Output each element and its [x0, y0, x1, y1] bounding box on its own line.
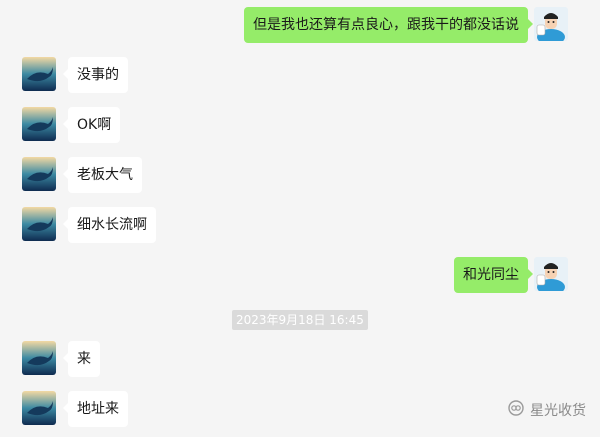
message-bubble[interactable]: 没事的 — [63, 57, 128, 93]
self-avatar-icon[interactable] — [534, 7, 568, 41]
message-bubble[interactable]: 细水长流啊 — [63, 207, 156, 243]
message-bubble[interactable]: 地址来 — [63, 391, 128, 427]
message-bubble[interactable]: 老板大气 — [63, 157, 142, 193]
whale-avatar-icon[interactable] — [22, 157, 56, 191]
wechat-official-account-icon — [508, 400, 524, 422]
watermark: 星光收货 — [508, 400, 586, 420]
message-text: 老板大气 — [77, 167, 133, 183]
message-text: 但是我也还算有点良心，跟我干的都没话说 — [253, 17, 519, 33]
whale-avatar-icon[interactable] — [22, 341, 56, 375]
message-bubble[interactable]: 和光同尘 — [454, 257, 533, 293]
whale-avatar-icon[interactable] — [22, 207, 56, 241]
message-bubble[interactable]: 但是我也还算有点良心，跟我干的都没话说 — [244, 7, 533, 43]
timestamp-divider: 2023年9月18日 16:45 — [232, 310, 368, 330]
self-avatar-icon[interactable] — [534, 257, 568, 291]
watermark-text: 星光收货 — [530, 403, 586, 419]
message-text: 来 — [77, 351, 91, 367]
whale-avatar-icon[interactable] — [22, 57, 56, 91]
message-text: 细水长流啊 — [77, 217, 147, 233]
message-text: 地址来 — [77, 401, 119, 417]
message-bubble[interactable]: OK啊 — [62, 107, 121, 143]
message-text: 和光同尘 — [463, 267, 519, 283]
message-text: OK啊 — [77, 117, 112, 133]
message-bubble[interactable]: 来 — [63, 341, 100, 377]
whale-avatar-icon[interactable] — [22, 107, 56, 141]
whale-avatar-icon[interactable] — [22, 391, 56, 425]
message-text: 没事的 — [77, 67, 119, 83]
